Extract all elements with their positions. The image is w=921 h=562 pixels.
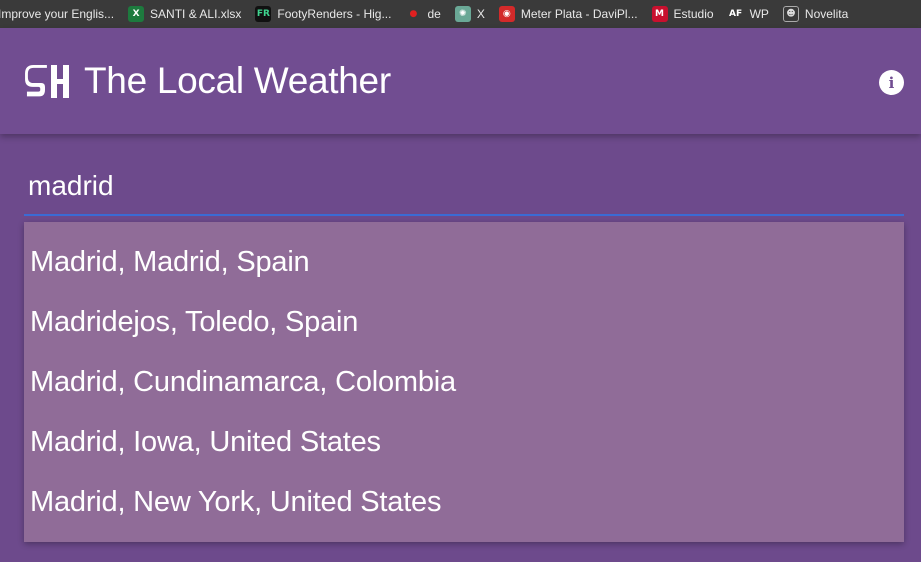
bookmark-label: WP: [749, 7, 769, 21]
location-search: [24, 160, 904, 216]
app-title: The Local Weather: [84, 60, 391, 101]
bookmark-label: Meter Plata - DaviPl...: [520, 7, 638, 21]
info-icon-glyph: i: [888, 73, 895, 92]
mega-icon: M: [651, 6, 668, 22]
suggestion-item[interactable]: Madrid, Madrid, Spain: [24, 232, 904, 292]
suggestions-list: Madrid, Madrid, Spain Madridejos, Toledo…: [24, 222, 904, 542]
bookmarks-bar: Improve your Englis... X SANTI & ALI.xls…: [0, 0, 921, 28]
bookmark-footyrenders[interactable]: FR FootyRenders - Hig...: [255, 0, 391, 28]
app-header: The Local Weather i: [0, 28, 921, 134]
bookmark-label: de: [427, 7, 441, 21]
openai-icon: ✺: [454, 6, 471, 22]
bookmark-label: Improve your Englis...: [0, 7, 115, 21]
search-input[interactable]: [24, 160, 904, 212]
bookmark-meter-plata[interactable]: ◉ Meter Plata - DaviPl...: [498, 0, 638, 28]
bookmark-label: FootyRenders - Hig...: [277, 7, 392, 21]
bookmark-label: Novelita: [804, 7, 849, 21]
bookmark-estudio[interactable]: M Estudio: [651, 0, 714, 28]
bookmark-x[interactable]: ✺ X: [454, 0, 485, 28]
bookmark-wp[interactable]: AF WP: [728, 0, 769, 28]
info-icon[interactable]: i: [879, 70, 904, 95]
search-underline: [24, 214, 904, 216]
red-drop-icon: ●: [409, 9, 418, 19]
excel-icon: X: [128, 6, 145, 22]
footyrenders-icon: FR: [255, 6, 272, 22]
bookmark-label: SANTI & ALI.xlsx: [150, 7, 242, 21]
bookmark-santi-ali[interactable]: X SANTI & ALI.xlsx: [128, 0, 241, 28]
bookmark-label: X: [476, 7, 485, 21]
suggestion-item[interactable]: Madrid, Iowa, United States: [24, 412, 904, 472]
novelita-icon: ☻: [782, 6, 799, 22]
suggestion-item[interactable]: Madrid, Cundinamarca, Colombia: [24, 352, 904, 412]
bookmark-label: Estudio: [673, 7, 714, 21]
bookmark-novelita[interactable]: ☻ Novelita: [782, 0, 849, 28]
piggybank-icon: ◉: [498, 6, 515, 22]
bookmark-de[interactable]: ● de: [405, 0, 441, 28]
sh-logo-icon: [25, 65, 69, 98]
bookmark-improve-english[interactable]: Improve your Englis...: [0, 0, 114, 28]
suggestion-item[interactable]: Madridejos, Toledo, Spain: [24, 292, 904, 352]
af-icon: AF: [729, 9, 743, 19]
suggestion-item[interactable]: Madrid, New York, United States: [24, 472, 904, 532]
